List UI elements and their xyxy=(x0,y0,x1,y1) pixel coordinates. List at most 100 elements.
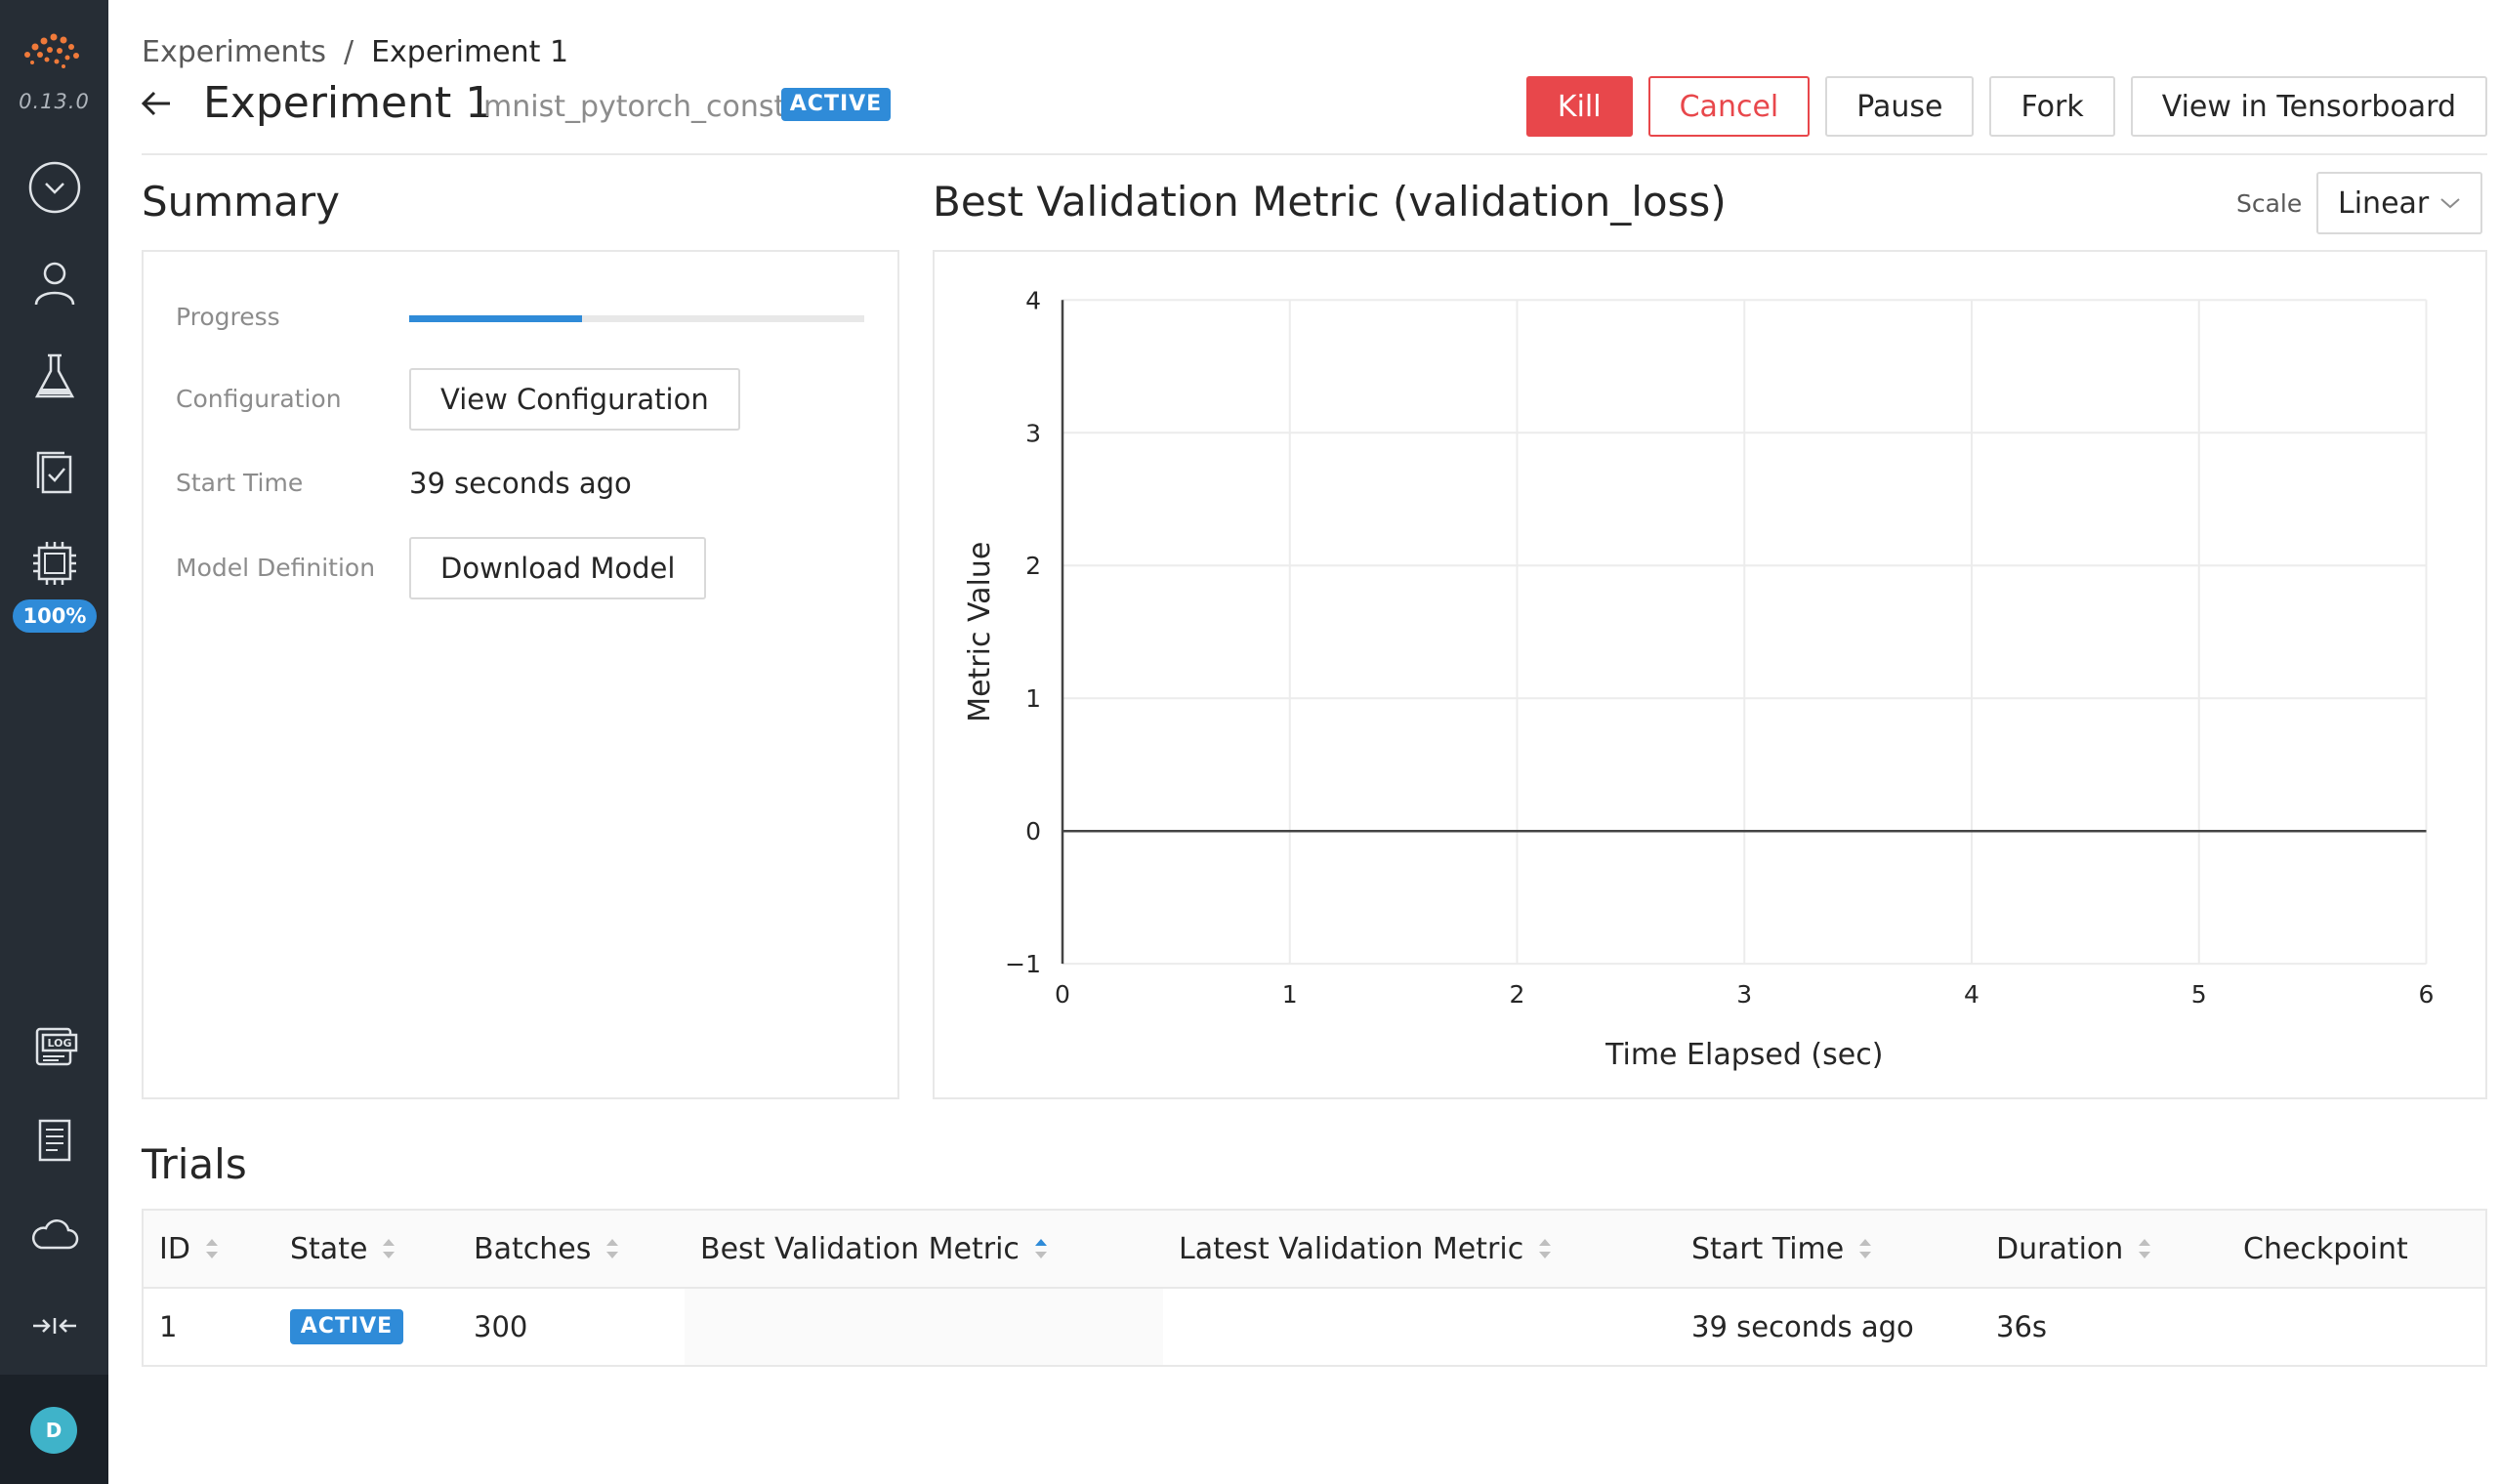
sort-icon[interactable] xyxy=(204,1235,220,1262)
flask-icon xyxy=(34,353,75,398)
y-tick-label: 3 xyxy=(1025,419,1041,447)
configuration-label: Configuration xyxy=(176,385,342,413)
x-tick-label: 0 xyxy=(1055,980,1070,1009)
view-configuration-button[interactable]: View Configuration xyxy=(409,368,740,431)
experiment-description: mnist_pytorch_const xyxy=(483,90,786,124)
column-header-duration[interactable]: Duration xyxy=(1996,1211,2152,1287)
experiment-state-badge: ACTIVE xyxy=(781,88,891,121)
column-header-state[interactable]: State xyxy=(290,1211,396,1287)
column-header-id[interactable]: ID xyxy=(159,1211,220,1287)
breadcrumb-experiments-link[interactable]: Experiments xyxy=(142,35,326,69)
table-body: 1 ACTIVE 300 39 seconds ago 36s xyxy=(144,1289,2485,1365)
cell-id: 1 xyxy=(159,1310,178,1343)
start-time-label: Start Time xyxy=(176,469,304,497)
kill-button[interactable]: Kill xyxy=(1525,76,1633,137)
version-label: 0.13.0 xyxy=(19,90,90,113)
back-arrow-icon[interactable] xyxy=(139,86,174,121)
x-tick-label: 6 xyxy=(2419,980,2435,1009)
x-tick-label: 4 xyxy=(1964,980,1979,1009)
trials-table: ID State Batches Best Validation Metric Late… xyxy=(142,1209,2487,1367)
sort-icon[interactable] xyxy=(1857,1235,1873,1262)
cell-state: ACTIVE xyxy=(290,1289,403,1365)
scale-select[interactable]: Linear xyxy=(2316,172,2482,234)
page-title: Experiment 1 xyxy=(203,78,493,128)
y-axis-label: Metric Value xyxy=(963,542,997,722)
log-icon: LOG xyxy=(35,1027,78,1066)
x-tick-label: 5 xyxy=(2191,980,2207,1009)
cell-start-time: 39 seconds ago xyxy=(1691,1310,1914,1343)
sort-icon[interactable] xyxy=(1033,1235,1049,1262)
sorted-column-highlight xyxy=(685,1289,1163,1365)
tasks-nav[interactable] xyxy=(23,441,86,504)
breadcrumb-current: Experiment 1 xyxy=(371,35,569,69)
trial-state-badge: ACTIVE xyxy=(290,1309,403,1344)
docs-nav[interactable] xyxy=(23,1109,86,1172)
pause-button[interactable]: Pause xyxy=(1825,76,1975,137)
column-header-label: ID xyxy=(159,1231,190,1266)
cell-batches: 300 xyxy=(474,1310,528,1343)
table-header: ID State Batches Best Validation Metric Late… xyxy=(144,1211,2485,1289)
column-header-best-validation-metric[interactable]: Best Validation Metric xyxy=(700,1211,1049,1287)
column-header-batches[interactable]: Batches xyxy=(474,1211,620,1287)
trials-title: Trials xyxy=(142,1140,247,1188)
sort-icon[interactable] xyxy=(2137,1235,2152,1262)
metric-chart[interactable]: 0 1 2 3 4 5 6 −1 0 1 2 3 4 Time Elapsed (sec) Metric V… xyxy=(935,252,2485,1097)
progress-bar xyxy=(409,315,864,322)
experiments-nav[interactable] xyxy=(23,346,86,408)
document-icon xyxy=(38,1119,71,1162)
table-row[interactable]: 1 ACTIVE 300 39 seconds ago 36s xyxy=(144,1289,2485,1365)
column-header-latest-validation-metric[interactable]: Latest Validation Metric xyxy=(1179,1211,1553,1287)
x-tick-label: 3 xyxy=(1736,980,1752,1009)
api-nav[interactable] xyxy=(23,1203,86,1265)
determined-logo-icon[interactable] xyxy=(18,25,86,74)
column-header-label: Best Validation Metric xyxy=(700,1231,1020,1266)
avatar[interactable]: D xyxy=(30,1407,77,1454)
fork-button[interactable]: Fork xyxy=(1989,76,2115,137)
x-tick-label: 2 xyxy=(1510,980,1525,1009)
y-tick-label: −1 xyxy=(1005,950,1041,978)
x-tick-label: 1 xyxy=(1282,980,1298,1009)
collapse-arrows-icon xyxy=(33,1318,76,1334)
scale-label: Scale xyxy=(2236,189,2303,218)
experiment-actions: Kill Cancel Pause Fork View in Tensorboa… xyxy=(1525,76,2487,137)
sort-icon[interactable] xyxy=(604,1235,620,1262)
chart-title: Best Validation Metric (validation_loss) xyxy=(933,178,1727,226)
header-divider xyxy=(142,153,2487,155)
x-axis-label: Time Elapsed (sec) xyxy=(1604,1038,1883,1072)
task-check-icon xyxy=(36,451,72,494)
sort-icon[interactable] xyxy=(1537,1235,1553,1262)
column-header-label: Start Time xyxy=(1691,1231,1845,1266)
sort-icon[interactable] xyxy=(381,1235,396,1262)
cluster-nav[interactable] xyxy=(23,532,86,595)
cell-duration: 36s xyxy=(1996,1310,2048,1343)
chart-panel: 0 1 2 3 4 5 6 −1 0 1 2 3 4 Time Elapsed (sec) Metric V… xyxy=(933,250,2487,1099)
download-model-button[interactable]: Download Model xyxy=(409,537,707,599)
user-icon xyxy=(34,262,75,306)
sidebar: 0.13.0 100% LOG D xyxy=(0,0,108,1484)
svg-text:LOG: LOG xyxy=(48,1037,72,1050)
progress-label: Progress xyxy=(176,303,280,331)
master-logs-nav[interactable]: LOG xyxy=(23,1015,86,1078)
y-tick-label: 4 xyxy=(1025,286,1041,314)
scale-select-value: Linear xyxy=(2338,186,2430,221)
column-header-start-time[interactable]: Start Time xyxy=(1691,1211,1873,1287)
column-header-label: Duration xyxy=(1996,1231,2124,1266)
summary-panel: Progress Configuration View Configuratio… xyxy=(142,250,899,1099)
view-tensorboard-button[interactable]: View in Tensorboard xyxy=(2130,76,2487,137)
breadcrumb: Experiments / Experiment 1 xyxy=(142,35,568,69)
dashboard-nav[interactable] xyxy=(23,156,86,219)
cancel-button[interactable]: Cancel xyxy=(1647,76,1811,137)
chevron-down-icon xyxy=(2440,198,2460,209)
column-header-checkpoint: Checkpoint xyxy=(2243,1211,2408,1287)
column-header-label: State xyxy=(290,1231,368,1266)
collapse-nav[interactable] xyxy=(23,1295,86,1357)
cloud-icon xyxy=(32,1219,79,1250)
chevron-down-circle-icon xyxy=(28,161,81,214)
column-header-label: Batches xyxy=(474,1231,592,1266)
y-tick-label: 2 xyxy=(1025,552,1041,580)
start-time-value: 39 seconds ago xyxy=(409,467,632,500)
user-nav[interactable] xyxy=(23,252,86,314)
breadcrumb-separator: / xyxy=(343,35,354,69)
cluster-utilization-badge: 100% xyxy=(13,599,97,633)
y-tick-label: 1 xyxy=(1025,684,1041,713)
